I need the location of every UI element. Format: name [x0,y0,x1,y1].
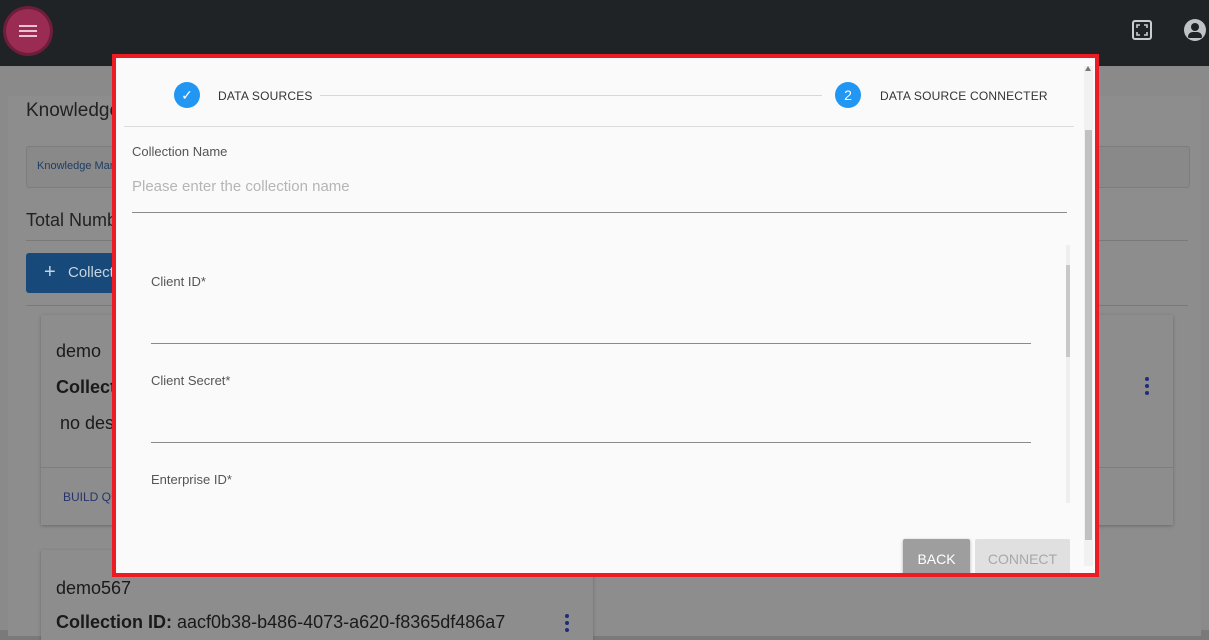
form-scrollbar[interactable] [1066,245,1070,503]
menu-bar-line [19,35,37,37]
client-id-label: Client ID* [151,274,206,289]
step-label-data-source-connecter: DATA SOURCE CONNECTER [880,89,1048,103]
page-title: Knowledge [26,100,121,121]
more-vert-icon[interactable] [1145,377,1149,395]
menu-bar-line [19,25,37,27]
stepper: ✓ DATA SOURCES 2 DATA SOURCE CONNECTER [124,58,1074,127]
back-button[interactable]: BACK [903,539,970,573]
step-number-badge: 2 [835,82,861,108]
scroll-up-arrow-icon[interactable] [1085,66,1091,71]
collection-name-underline [132,212,1067,213]
collection-name-input[interactable]: Please enter the collection name [132,178,350,195]
enterprise-id-label: Enterprise ID* [151,472,232,487]
menu-bar-line [19,30,37,32]
more-vert-icon[interactable] [565,614,569,632]
dialog-scrollbar[interactable] [1084,66,1093,566]
dialog-scrollbar-thumb[interactable] [1085,130,1092,540]
client-secret-input[interactable] [151,442,1031,443]
client-id-input[interactable] [151,343,1031,344]
add-collection-label: Collect [68,264,114,281]
account-circle-icon[interactable] [1184,19,1206,41]
total-count-label: Total Numb [26,210,118,230]
card-description: no des [60,413,115,433]
data-source-dialog: ✓ DATA SOURCES 2 DATA SOURCE CONNECTER C… [112,54,1099,577]
breadcrumb-item[interactable]: Knowledge Man [37,160,116,172]
collection-name-label: Collection Name [132,144,228,159]
check-icon: ✓ [174,82,200,108]
fullscreen-icon[interactable] [1132,20,1152,40]
connect-button[interactable]: CONNECT [975,539,1070,573]
card-collection-label: Collection ID: [56,612,172,632]
client-secret-label: Client Secret* [151,373,231,388]
form-scrollbar-thumb[interactable] [1066,265,1070,357]
card-name: demo [56,341,102,361]
card-collection-id: aacf0b38-b486-4073-a620-f8365df486a7 [177,612,506,632]
step-connector [320,95,822,96]
card-name: demo567 [56,578,132,598]
hamburger-menu-icon[interactable] [6,9,50,53]
step-label-data-sources: DATA SOURCES [218,89,313,103]
plus-icon: + [44,261,56,283]
